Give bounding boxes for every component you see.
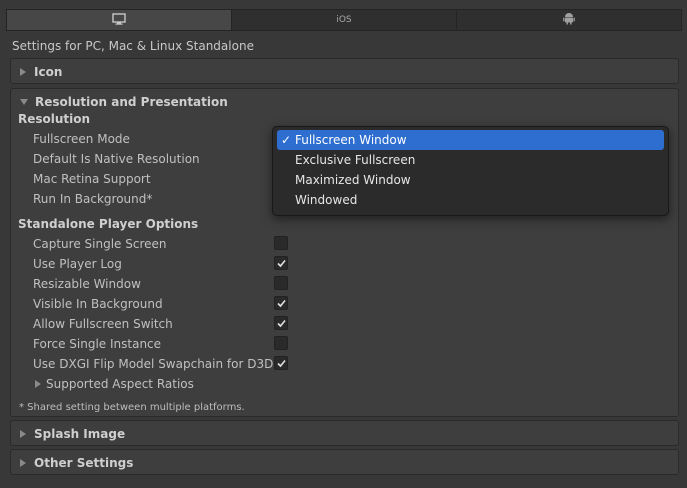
checkmark-icon [276,319,286,327]
dropdown-option-exclusive-fullscreen[interactable]: Exclusive Fullscreen [277,150,664,170]
monitor-icon [112,12,126,28]
section-splash-title: Splash Image [34,426,126,441]
platform-title: Settings for PC, Mac & Linux Standalone [12,39,254,53]
collapse-arrow-icon [20,99,28,105]
option-label: Force Single Instance [33,337,162,351]
tab-ios-label: iOS [336,15,352,25]
dropdown-option-label: Fullscreen Window [295,133,407,147]
tab-standalone[interactable] [7,10,232,30]
dropdown-option-label: Exclusive Fullscreen [295,153,416,167]
capture-single-screen-checkbox[interactable] [274,236,288,250]
option-row: Force Single Instance [33,334,293,354]
checkmark-icon [276,259,286,267]
option-row: Resizable Window [33,274,293,294]
fullscreen-mode-row: Fullscreen Mode [33,129,293,149]
section-splash-image[interactable]: Splash Image [10,420,679,446]
default-native-row: Default Is Native Resolution [33,149,293,169]
option-label: Visible In Background [33,297,163,311]
supported-aspect-ratios-foldout[interactable]: Supported Aspect Ratios [35,374,194,394]
option-label: Allow Fullscreen Switch [33,317,173,331]
option-row: Capture Single Screen [33,234,293,254]
section-icon[interactable]: Icon [10,58,679,84]
option-label: Use Player Log [33,257,122,271]
section-other-settings[interactable]: Other Settings [10,449,679,475]
tab-android[interactable] [457,10,681,30]
run-in-background-row: Run In Background* [33,189,293,209]
mac-retina-label: Mac Retina Support [33,172,151,186]
supported-aspect-ratios-label: Supported Aspect Ratios [46,377,194,391]
dropdown-option-fullscreen-window[interactable]: ✓ Fullscreen Window [277,130,664,150]
dropdown-option-label: Windowed [295,193,358,207]
android-icon [563,12,575,28]
option-label: Resizable Window [33,277,141,291]
default-native-label: Default Is Native Resolution [33,152,200,166]
checkmark-icon [276,299,286,307]
visible-in-background-checkbox[interactable] [274,296,288,310]
dropdown-option-windowed[interactable]: Windowed [277,190,664,210]
shared-setting-note: * Shared setting between multiple platfo… [19,402,245,413]
allow-fullscreen-switch-checkbox[interactable] [274,316,288,330]
option-label: Capture Single Screen [33,237,167,251]
force-single-instance-checkbox[interactable] [274,336,288,350]
section-resolution-title: Resolution and Presentation [35,94,228,109]
option-row: Use Player Log [33,254,293,274]
option-label: Use DXGI Flip Model Swapchain for D3D11 [33,357,289,371]
expand-arrow-icon [20,458,26,467]
fullscreen-mode-dropdown: ✓ Fullscreen Window Exclusive Fullscreen… [272,126,669,216]
resizable-window-checkbox[interactable] [274,276,288,290]
standalone-heading: Standalone Player Options [18,217,199,231]
section-icon-title: Icon [34,64,63,79]
mac-retina-row: Mac Retina Support [33,169,293,189]
dxgi-flip-model-checkbox[interactable] [274,356,288,370]
option-row: Allow Fullscreen Switch [33,314,293,334]
expand-arrow-icon [35,380,41,388]
expand-arrow-icon [20,429,26,438]
option-row: Use DXGI Flip Model Swapchain for D3D11 [33,354,293,374]
platform-tabs: iOS [6,9,682,31]
option-row: Visible In Background [33,294,293,314]
tab-ios[interactable]: iOS [232,10,457,30]
checkmark-icon [276,359,286,367]
run-in-background-label: Run In Background* [33,192,153,206]
resolution-heading: Resolution [18,112,91,126]
dropdown-option-label: Maximized Window [295,173,411,187]
checkmark-icon: ✓ [281,133,292,147]
dropdown-option-maximized-window[interactable]: Maximized Window [277,170,664,190]
section-other-title: Other Settings [34,455,134,470]
use-player-log-checkbox[interactable] [274,256,288,270]
section-resolution-header[interactable]: Resolution and Presentation [11,89,678,114]
expand-arrow-icon [20,67,26,76]
fullscreen-mode-label: Fullscreen Mode [33,132,130,146]
